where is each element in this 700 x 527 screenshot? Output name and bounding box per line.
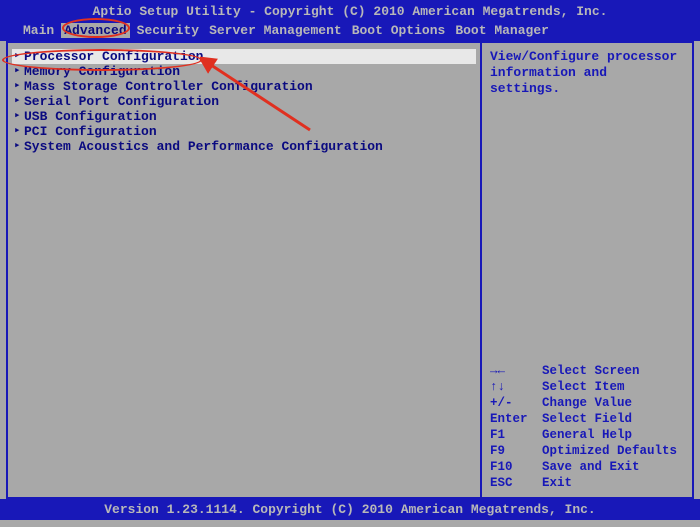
item-system-acoustics-performance[interactable]: ▸ System Acoustics and Performance Confi… — [12, 139, 476, 154]
legend-label: Exit — [542, 475, 572, 491]
legend-key: F1 — [490, 427, 542, 443]
menu-boot-options[interactable]: Boot Options — [349, 23, 449, 38]
legend-row: F1 General Help — [490, 427, 684, 443]
legend-row: →← Select Screen — [490, 363, 684, 379]
legend-row: ↑↓ Select Item — [490, 379, 684, 395]
legend-row: +/- Change Value — [490, 395, 684, 411]
menu-main[interactable]: Main — [20, 23, 57, 38]
right-pane: View/Configure processor information and… — [482, 43, 692, 497]
chevron-right-icon: ▸ — [14, 109, 24, 124]
legend-row: ESC Exit — [490, 475, 684, 491]
menu-security[interactable]: Security — [134, 23, 202, 38]
legend-key: +/- — [490, 395, 542, 411]
main-area: ▸ Processor Configuration ▸ Memory Confi… — [6, 41, 694, 499]
help-text: View/Configure processor information and… — [490, 49, 684, 97]
menu-boot-manager[interactable]: Boot Manager — [452, 23, 552, 38]
chevron-right-icon: ▸ — [14, 124, 24, 139]
item-label: PCI Configuration — [24, 124, 157, 139]
chevron-right-icon: ▸ — [14, 79, 24, 94]
legend-row: F9 Optimized Defaults — [490, 443, 684, 459]
menu-server-management[interactable]: Server Management — [206, 23, 345, 38]
legend-label: Select Field — [542, 411, 632, 427]
legend-key: →← — [490, 363, 542, 379]
legend-label: Save and Exit — [542, 459, 640, 475]
annotation-arrow-icon — [200, 55, 320, 135]
legend-key: F10 — [490, 459, 542, 475]
legend-row: Enter Select Field — [490, 411, 684, 427]
item-label: System Acoustics and Performance Configu… — [24, 139, 383, 154]
item-label: Serial Port Configuration — [24, 94, 219, 109]
key-legend: →← Select Screen ↑↓ Select Item +/- Chan… — [490, 363, 684, 491]
legend-row: F10 Save and Exit — [490, 459, 684, 475]
legend-label: Change Value — [542, 395, 632, 411]
legend-key: F9 — [490, 443, 542, 459]
item-label: USB Configuration — [24, 109, 157, 124]
footer-text: Version 1.23.1114. Copyright (C) 2010 Am… — [0, 499, 700, 520]
chevron-right-icon: ▸ — [14, 94, 24, 109]
legend-label: Optimized Defaults — [542, 443, 677, 459]
legend-label: Select Screen — [542, 363, 640, 379]
chevron-right-icon: ▸ — [14, 139, 24, 154]
annotation-circle-icon — [2, 49, 202, 71]
legend-key: ↑↓ — [490, 379, 542, 395]
legend-label: Select Item — [542, 379, 625, 395]
legend-label: General Help — [542, 427, 632, 443]
legend-key: Enter — [490, 411, 542, 427]
annotation-circle-icon — [62, 18, 130, 38]
legend-key: ESC — [490, 475, 542, 491]
